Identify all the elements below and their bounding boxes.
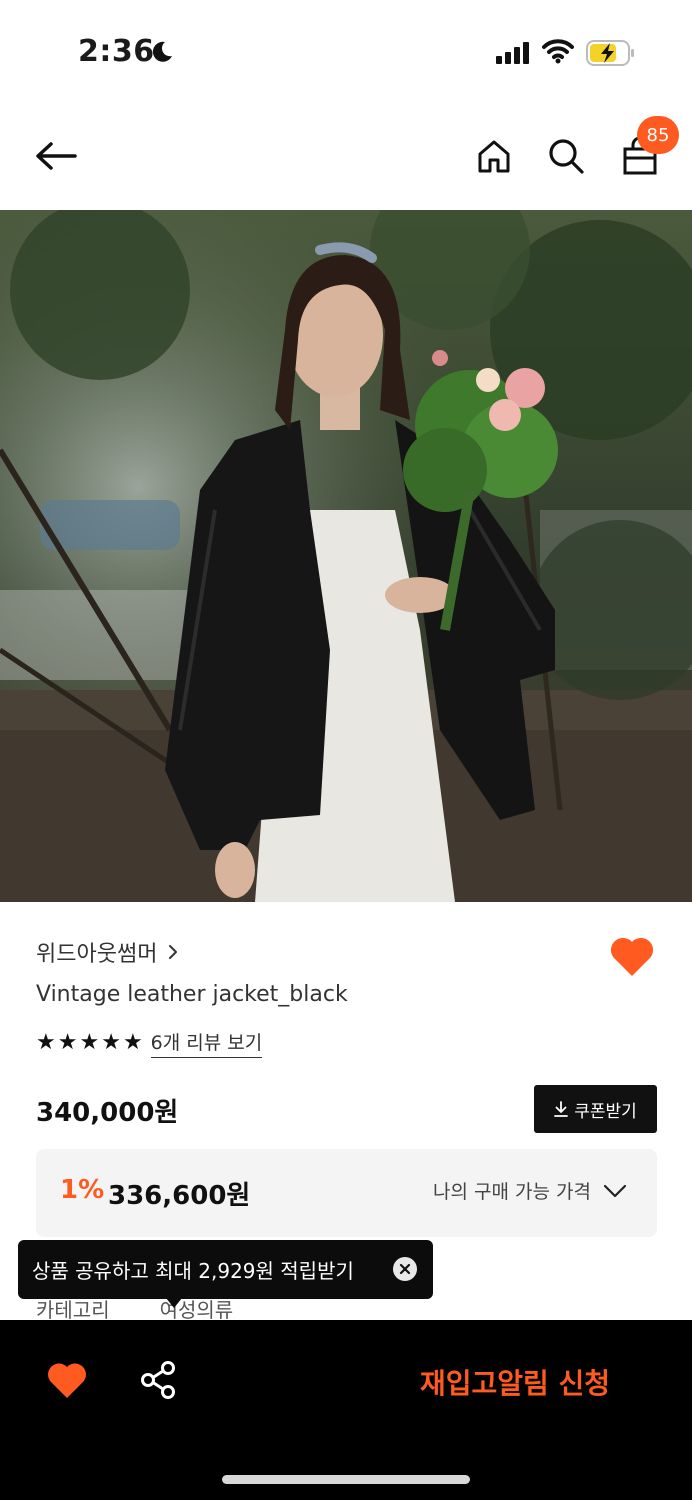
chevron-down-icon xyxy=(603,1184,627,1197)
arrow-left-icon xyxy=(36,142,77,170)
rating-row: ★ ★ ★ ★ ★ 6개 리뷰 보기 xyxy=(36,1028,263,1058)
tooltip-text: 상품 공유하고 최대 2,929원 적립받기 xyxy=(32,1259,354,1283)
cellular-signal-icon xyxy=(496,42,529,64)
coupon-download-button[interactable]: 쿠폰받기 xyxy=(534,1085,657,1133)
product-name: Vintage leather jacket_black xyxy=(36,982,348,1007)
my-price-toggle[interactable]: 나의 구매 가능 가격 xyxy=(433,1177,627,1204)
share-icon[interactable] xyxy=(138,1360,178,1400)
discount-price-box: 1% 336,600원 나의 구매 가능 가격 xyxy=(36,1149,657,1237)
share-reward-tooltip: 상품 공유하고 최대 2,929원 적립받기 xyxy=(18,1240,433,1308)
star-icon: ★ xyxy=(57,1030,78,1055)
search-icon xyxy=(549,139,584,174)
status-time: 2:36 xyxy=(78,34,155,69)
home-button[interactable] xyxy=(470,132,518,180)
star-icon: ★ xyxy=(79,1030,100,1055)
star-icon: ★ xyxy=(36,1030,56,1055)
moon-icon xyxy=(152,41,172,62)
back-button[interactable] xyxy=(30,134,82,178)
product-photo xyxy=(0,210,692,902)
close-icon xyxy=(399,1263,411,1275)
download-icon xyxy=(554,1101,569,1117)
bottom-action-bar: 재입고알림 신청 xyxy=(0,1320,692,1500)
tooltip-close-button[interactable] xyxy=(393,1257,417,1281)
brand-name: 위드아웃썸머 xyxy=(36,942,158,967)
battery-charging-icon xyxy=(586,40,634,66)
restock-alert-button[interactable]: 재입고알림 신청 xyxy=(420,1362,610,1402)
rating-stars: ★ ★ ★ ★ ★ xyxy=(36,1032,143,1054)
original-price: 340,000원 xyxy=(36,1098,179,1128)
brand-link[interactable]: 위드아웃썸머 xyxy=(36,936,179,968)
discount-rate: 1% xyxy=(60,1175,105,1205)
status-bar: 2:36 xyxy=(0,0,692,100)
my-price-label: 나의 구매 가능 가격 xyxy=(433,1181,591,1203)
home-indicator xyxy=(222,1475,470,1484)
coupon-label: 쿠폰받기 xyxy=(574,1101,637,1122)
star-icon: ★ xyxy=(122,1030,143,1055)
review-link[interactable]: 6개 리뷰 보기 xyxy=(150,1028,263,1058)
wishlist-heart-icon[interactable] xyxy=(46,1360,88,1400)
tooltip-arrow xyxy=(166,1298,182,1308)
chevron-right-icon xyxy=(169,945,178,959)
wishlist-heart-icon[interactable] xyxy=(608,934,656,978)
wifi-icon xyxy=(542,39,574,64)
search-button[interactable] xyxy=(542,132,590,180)
cart-count-badge: 85 xyxy=(637,116,679,154)
home-icon xyxy=(478,140,510,173)
star-icon: ★ xyxy=(101,1030,121,1055)
product-image[interactable] xyxy=(0,210,692,902)
discount-price: 336,600원 xyxy=(108,1181,251,1211)
top-nav xyxy=(0,110,692,210)
